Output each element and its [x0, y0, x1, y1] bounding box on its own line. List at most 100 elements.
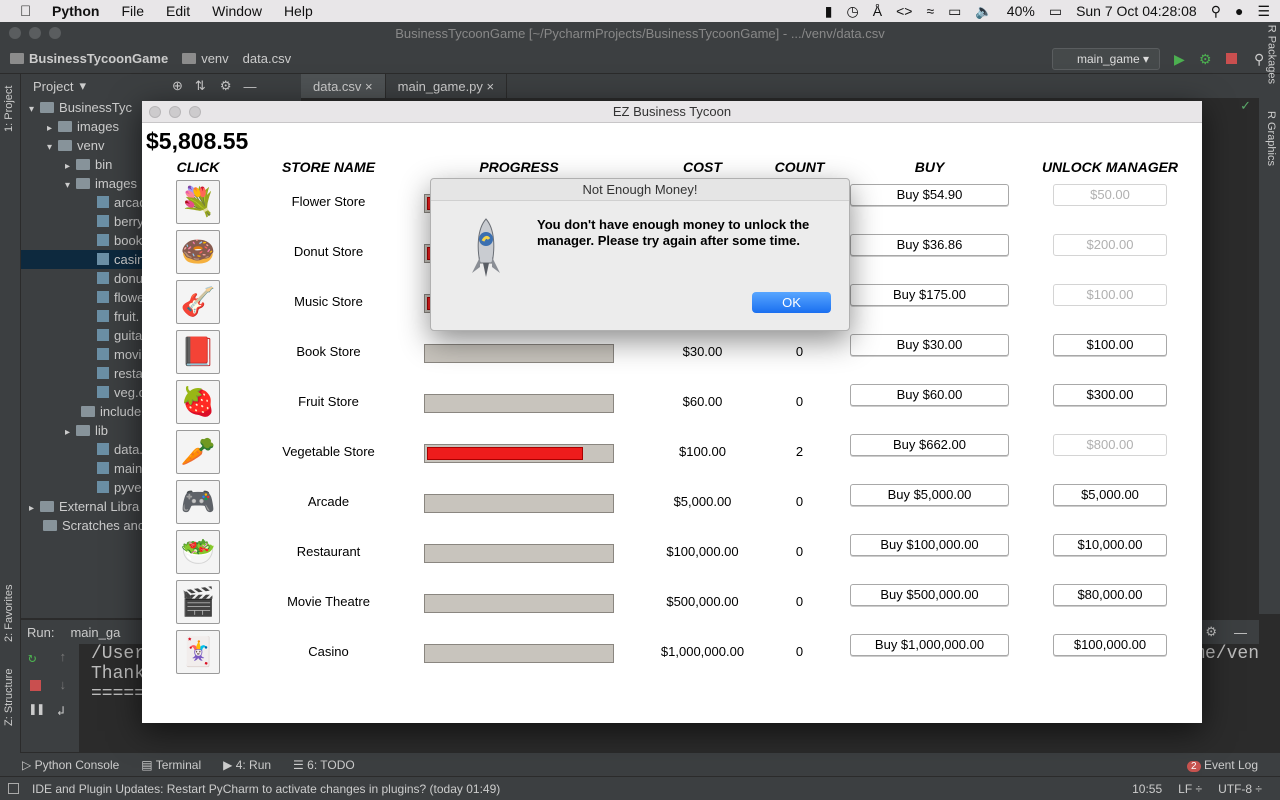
buy-button[interactable]: Buy $54.90	[850, 184, 1009, 206]
ok-button[interactable]: OK	[752, 292, 831, 313]
buy-button[interactable]: Buy $662.00	[850, 434, 1009, 456]
tree-file[interactable]: fruit.	[97, 307, 139, 326]
airplay-icon[interactable]: ▭	[948, 3, 961, 20]
clock[interactable]: Sun 7 Oct 04:28:08	[1076, 3, 1197, 19]
menu-file[interactable]: File	[121, 3, 144, 19]
chevron-down-icon[interactable]: ▾	[79, 78, 86, 94]
click-button[interactable]: 🥕	[176, 430, 220, 474]
status-message[interactable]: IDE and Plugin Updates: Restart PyCharm …	[32, 782, 500, 796]
ide-minimize-button[interactable]	[29, 27, 41, 39]
buy-button[interactable]: Buy $100,000.00	[850, 534, 1009, 556]
run-icon[interactable]: ▶	[1174, 51, 1188, 67]
buy-button[interactable]: Buy $175.00	[850, 284, 1009, 306]
tree-folder[interactable]: ▸ bin	[65, 155, 112, 174]
unlock-manager-button[interactable]: $300.00	[1053, 384, 1167, 406]
tree-folder[interactable]: ▸ External Libra	[29, 497, 139, 516]
tree-file[interactable]: berry	[97, 212, 144, 231]
bluetooth-icon[interactable]: Å	[873, 3, 882, 19]
tree-file[interactable]: book	[97, 231, 142, 250]
collapse-icon[interactable]: ⇅	[195, 78, 206, 94]
chevron-icon[interactable]: ▸	[29, 503, 34, 514]
tool-structure-label[interactable]: Z: Structure	[3, 669, 15, 726]
menu-help[interactable]: Help	[284, 3, 313, 19]
tree-file[interactable]: veg.c	[97, 383, 145, 402]
tree-file[interactable]: arcac	[97, 193, 146, 212]
volume-icon[interactable]: 🔈	[975, 3, 992, 20]
run-tab[interactable]: main_ga	[70, 625, 120, 640]
tree-folder[interactable]: Scratches anc	[43, 516, 144, 535]
menu-app-name[interactable]: Python	[52, 3, 99, 19]
tree-folder[interactable]: ▾ BusinessTyc	[29, 98, 132, 117]
chevron-icon[interactable]: ▸	[65, 161, 70, 172]
bookmark-icon[interactable]: ▮	[825, 3, 833, 20]
stop-icon[interactable]	[30, 680, 41, 691]
tab-python-console[interactable]: ▷ Python Console	[22, 758, 119, 772]
unlock-manager-button[interactable]: $200.00	[1053, 234, 1167, 256]
click-button[interactable]: 🎬	[176, 580, 220, 624]
notification-center-icon[interactable]: ☰	[1257, 3, 1270, 20]
gear-icon[interactable]: ⚙	[1205, 624, 1217, 640]
chevron-icon[interactable]: ▾	[29, 104, 34, 115]
menu-window[interactable]: Window	[212, 3, 262, 19]
click-button[interactable]: 💐	[176, 180, 220, 224]
click-button[interactable]: 🎸	[176, 280, 220, 324]
chevron-icon[interactable]: ▸	[47, 123, 52, 134]
breadcrumb-project[interactable]: BusinessTycoonGame	[10, 51, 168, 66]
tool-r-graphics-label[interactable]: R Graphics	[1265, 111, 1277, 166]
project-label[interactable]: Project	[33, 79, 73, 94]
cursor-position[interactable]: 10:55	[1132, 782, 1162, 796]
buy-button[interactable]: Buy $30.00	[850, 334, 1009, 356]
target-icon[interactable]: ⊕	[172, 78, 183, 94]
buy-button[interactable]: Buy $60.00	[850, 384, 1009, 406]
chevron-icon[interactable]: ▾	[47, 142, 52, 153]
unlock-manager-button[interactable]: $5,000.00	[1053, 484, 1167, 506]
code-icon[interactable]: <>	[896, 3, 912, 19]
tab-run[interactable]: ▶ 4: Run	[223, 758, 271, 772]
tree-file[interactable]: resta	[97, 364, 143, 383]
spotlight-icon[interactable]: ⚲	[1211, 3, 1221, 20]
line-separator[interactable]: LF ÷	[1178, 782, 1202, 796]
game-close-button[interactable]	[149, 106, 161, 118]
unlock-manager-button[interactable]: $100,000.00	[1053, 634, 1167, 656]
time-machine-icon[interactable]: ◷	[847, 3, 859, 20]
buy-button[interactable]: Buy $1,000,000.00	[850, 634, 1009, 656]
apple-icon[interactable]: 	[20, 3, 34, 20]
game-zoom-button[interactable]	[189, 106, 201, 118]
unlock-manager-button[interactable]: $100.00	[1053, 334, 1167, 356]
breadcrumb-venv[interactable]: venv	[182, 51, 229, 66]
pause-icon[interactable]: ❚❚	[29, 702, 45, 717]
tree-file[interactable]: flowe	[97, 288, 144, 307]
wrap-icon[interactable]: ↲	[57, 704, 65, 719]
unlock-manager-button[interactable]: $50.00	[1053, 184, 1167, 206]
battery-percent[interactable]: 40%	[1007, 3, 1035, 19]
unlock-manager-button[interactable]: $100.00	[1053, 284, 1167, 306]
click-button[interactable]: 🎮	[176, 480, 220, 524]
tree-file[interactable]: movi	[97, 345, 141, 364]
unlock-manager-button[interactable]: $80,000.00	[1053, 584, 1167, 606]
tree-folder[interactable]: ▸ lib	[65, 421, 108, 440]
hide-icon[interactable]: —	[243, 79, 256, 94]
unlock-manager-button[interactable]: $800.00	[1053, 434, 1167, 456]
tree-folder[interactable]: include	[81, 402, 141, 421]
chevron-icon[interactable]: ▸	[65, 427, 70, 438]
tree-folder[interactable]: ▸ images	[47, 117, 119, 136]
buy-button[interactable]: Buy $500,000.00	[850, 584, 1009, 606]
siri-icon[interactable]: ●	[1235, 3, 1243, 19]
debug-icon[interactable]: ⚙	[1199, 51, 1213, 67]
tree-file[interactable]: donu	[97, 269, 143, 288]
tree-folder[interactable]: ▾ venv	[47, 136, 105, 155]
game-minimize-button[interactable]	[169, 106, 181, 118]
run-config-dropdown[interactable]: main_game ▾	[1052, 48, 1160, 70]
tab-terminal[interactable]: ▤ Terminal	[141, 758, 201, 772]
down-arrow-icon[interactable]: ↓	[59, 678, 67, 693]
tool-favorites-label[interactable]: 2: Favorites	[3, 585, 15, 642]
wifi-icon[interactable]: ≈	[926, 3, 934, 19]
buy-button[interactable]: Buy $5,000.00	[850, 484, 1009, 506]
click-button[interactable]: 📕	[176, 330, 220, 374]
tab-todo[interactable]: ☰ 6: TODO	[293, 758, 355, 772]
event-log-button[interactable]: 2 Event Log	[1187, 758, 1258, 772]
click-button[interactable]: 🃏	[176, 630, 220, 674]
click-button[interactable]: 🥗	[176, 530, 220, 574]
ide-zoom-button[interactable]	[49, 27, 61, 39]
stop-icon[interactable]	[1226, 53, 1237, 64]
